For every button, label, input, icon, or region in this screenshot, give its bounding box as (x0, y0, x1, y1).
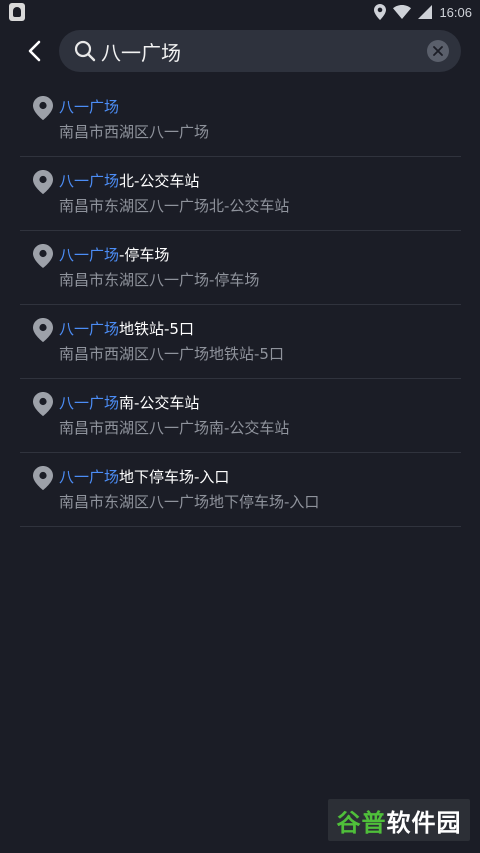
result-address: 南昌市东湖区八一广场-停车场 (59, 271, 260, 289)
location-pin-icon (33, 466, 53, 490)
result-item[interactable]: 八一广场地下停车场-入口 南昌市东湖区八一广场地下停车场-入口 (20, 454, 461, 527)
result-title-highlight: 八一广场 (59, 320, 120, 338)
location-pin-icon (33, 170, 53, 194)
result-title-highlight: 八一广场 (59, 394, 120, 412)
result-address: 南昌市东湖区八一广场地下停车场-入口 (59, 493, 320, 511)
search-box[interactable] (59, 30, 461, 72)
back-button[interactable] (18, 34, 50, 68)
result-item[interactable]: 八一广场地铁站-5口 南昌市西湖区八一广场地铁站-5口 (20, 306, 461, 379)
location-pin-icon (33, 392, 53, 416)
location-status-icon (374, 4, 387, 20)
result-title-rest: 地铁站-5口 (119, 320, 194, 338)
result-title-highlight: 八一广场 (59, 98, 120, 116)
result-title-rest: -停车场 (119, 246, 170, 264)
result-title: 八一广场地铁站-5口 (59, 319, 194, 339)
watermark-text: 谷普软件园 (336, 808, 462, 837)
result-item[interactable]: 八一广场 南昌市西湖区八一广场 (20, 84, 461, 157)
status-time: 16:06 (439, 4, 472, 20)
result-item[interactable]: 八一广场-停车场 南昌市东湖区八一广场-停车场 (20, 232, 461, 305)
search-header (0, 28, 480, 74)
status-indicators: 16:06 (374, 3, 472, 21)
result-item[interactable]: 八一广场南-公交车站 南昌市西湖区八一广场南-公交车站 (20, 380, 461, 453)
result-address: 南昌市东湖区八一广场北-公交车站 (59, 197, 290, 215)
result-title: 八一广场-停车场 (59, 245, 169, 265)
result-title-rest: 北-公交车站 (119, 172, 200, 190)
result-address: 南昌市西湖区八一广场南-公交车站 (59, 419, 290, 437)
result-title: 八一广场 (59, 97, 119, 117)
app-notification-icon (9, 3, 25, 21)
search-icon (73, 39, 97, 63)
location-pin-icon (33, 244, 53, 268)
result-item[interactable]: 八一广场北-公交车站 南昌市东湖区八一广场北-公交车站 (20, 158, 461, 231)
back-arrow-icon (28, 40, 41, 62)
screen: 16:06 八一广场 八一广场 南昌市西湖区八一广场 八一广场北-公交车站 南昌… (0, 0, 480, 853)
result-title: 八一广场北-公交车站 (59, 171, 199, 191)
clear-search-button[interactable] (427, 40, 449, 62)
search-results-list: 八一广场 南昌市西湖区八一广场 八一广场北-公交车站 南昌市东湖区八一广场北-公… (20, 84, 461, 528)
signal-icon (418, 5, 433, 19)
result-title-highlight: 八一广场 (59, 246, 120, 264)
result-title-rest: 地下停车场-入口 (119, 468, 230, 486)
wifi-icon (393, 5, 412, 19)
result-address: 南昌市西湖区八一广场 (59, 123, 210, 141)
location-pin-icon (33, 96, 53, 120)
location-pin-icon (33, 318, 53, 342)
result-title: 八一广场南-公交车站 (59, 393, 199, 413)
result-title-rest: 南-公交车站 (119, 394, 200, 412)
close-icon (433, 46, 443, 56)
result-address: 南昌市西湖区八一广场地铁站-5口 (59, 345, 284, 363)
result-title-highlight: 八一广场 (59, 468, 120, 486)
status-bar: 16:06 (0, 0, 480, 24)
result-title-highlight: 八一广场 (59, 172, 120, 190)
result-title: 八一广场地下停车场-入口 (59, 467, 229, 487)
watermark-logo: 谷普软件园 (328, 799, 470, 841)
search-input[interactable] (101, 30, 421, 72)
